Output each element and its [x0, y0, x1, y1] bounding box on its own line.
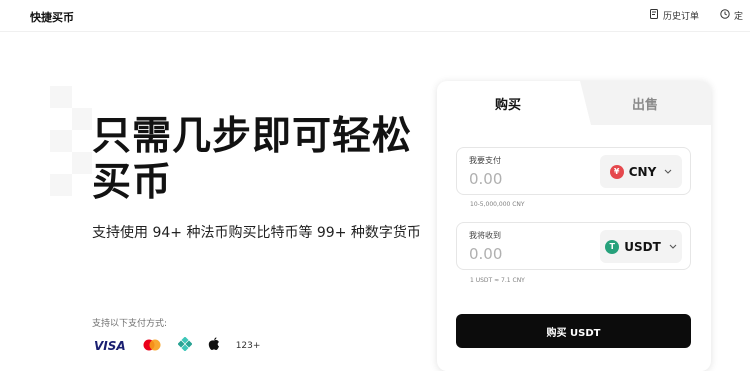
buy-usdt-button[interactable]: 购买 USDT: [456, 314, 691, 348]
pay-amount-label: 我要支付: [469, 156, 501, 165]
trade-card: 购买 出售 我要支付 0.00 ¥ CNY 10-5,000,000 CNY 我…: [437, 81, 711, 371]
hero-subtitle: 支持使用 94+ 种法币购买比特币等 99+ 种数字货币: [92, 225, 421, 241]
decorative-block: [50, 86, 72, 108]
fiat-currency-code: CNY: [628, 164, 657, 179]
more-nav-link[interactable]: 定: [720, 9, 743, 22]
order-history-link[interactable]: 历史订单: [650, 9, 699, 22]
trade-tabs: 购买 出售: [437, 81, 711, 125]
decorative-block: [72, 108, 92, 130]
cny-icon: ¥: [609, 164, 624, 179]
receive-amount-label: 我将收到: [469, 231, 501, 240]
hero-title: 只需几步即可轻松买币: [92, 114, 413, 205]
tab-buy-label: 购买: [494, 97, 521, 113]
visa-icon: VISA: [94, 338, 126, 353]
payment-methods-label: 支持以下支付方式:: [92, 319, 168, 329]
decorative-block: [50, 130, 72, 152]
decorative-block: [50, 174, 72, 196]
clock-icon: [720, 9, 730, 22]
top-bar: 快捷买币 历史订单 定: [0, 0, 750, 32]
receive-amount-input[interactable]: 0.00: [469, 245, 502, 263]
fiat-currency-select[interactable]: ¥ CNY: [600, 155, 682, 188]
chevron-down-icon: [664, 167, 672, 177]
usdt-icon: T: [605, 239, 620, 254]
exchange-rate-hint: 1 USDT ≈ 7.1 CNY: [470, 277, 525, 284]
order-history-icon: [650, 9, 659, 22]
crypto-currency-select[interactable]: T USDT: [600, 230, 682, 263]
mastercard-icon: [142, 336, 162, 355]
more-payment-methods-count: 123+: [235, 340, 261, 351]
pay-amount-input[interactable]: 0.00: [469, 170, 502, 188]
binance-icon: [177, 336, 193, 355]
brand-title: 快捷买币: [30, 11, 74, 24]
receive-amount-field[interactable]: 我将收到 0.00 T USDT: [456, 222, 691, 270]
chevron-down-icon: [669, 242, 677, 252]
tab-buy[interactable]: 购买: [437, 81, 579, 125]
payment-methods: VISA 123+: [94, 336, 260, 355]
decorative-block: [72, 152, 92, 174]
more-nav-label: 定: [734, 12, 744, 22]
pay-range-hint: 10-5,000,000 CNY: [470, 201, 525, 208]
apple-icon: [208, 336, 220, 355]
order-history-label: 历史订单: [663, 12, 700, 22]
tab-sell[interactable]: 出售: [579, 81, 711, 125]
crypto-currency-code: USDT: [624, 239, 661, 254]
pay-amount-field[interactable]: 我要支付 0.00 ¥ CNY: [456, 147, 691, 195]
